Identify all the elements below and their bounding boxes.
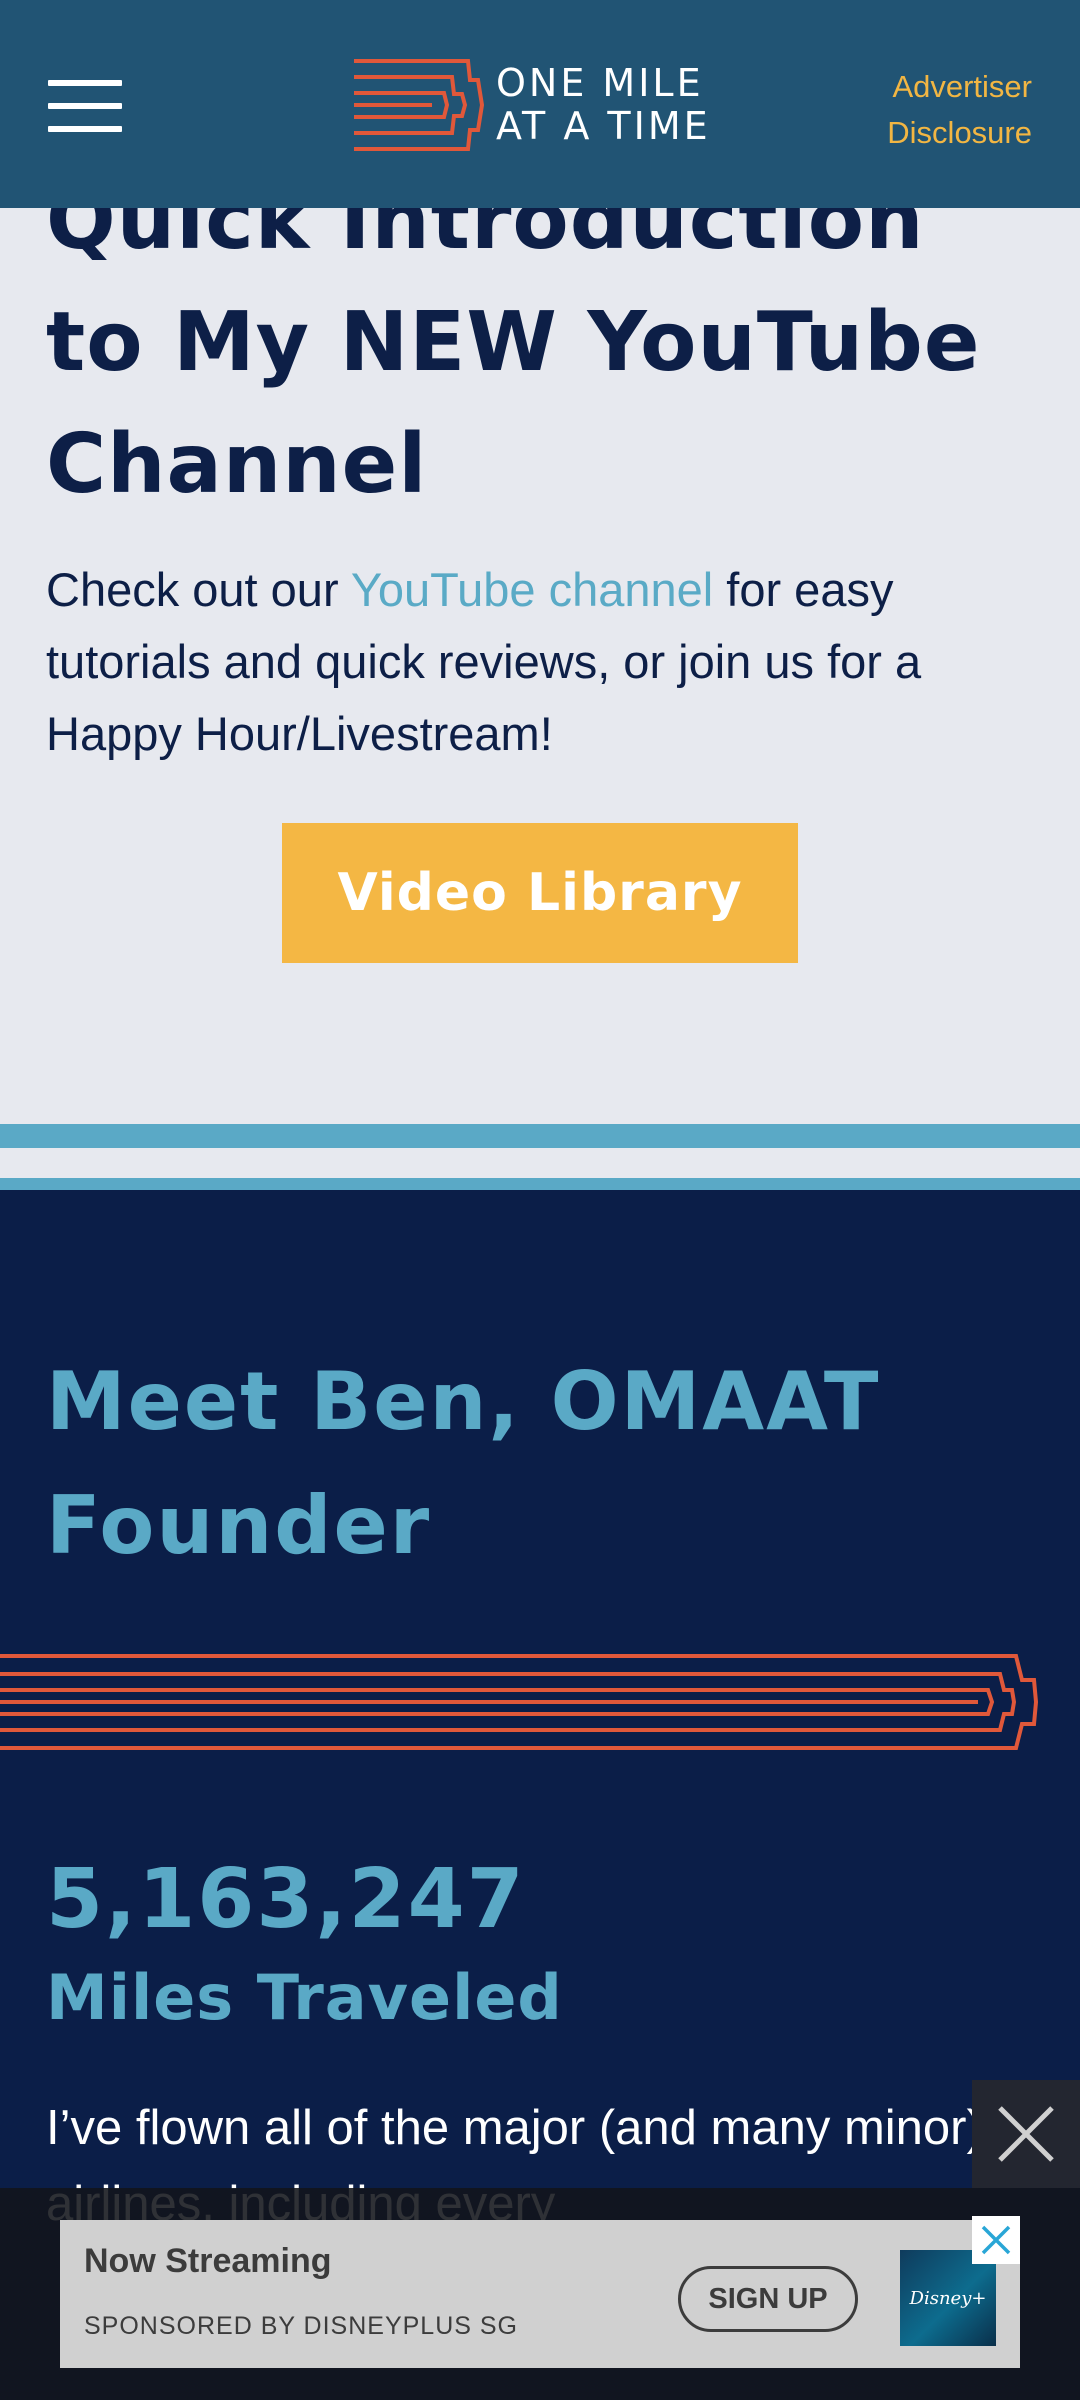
disney-plus-logo: Disney+ xyxy=(900,2250,996,2346)
close-icon xyxy=(998,2106,1054,2162)
youtube-channel-link[interactable]: YouTube channel xyxy=(351,563,713,616)
ad-banner: Now Streaming SPONSORED BY DISNEYPLUS SG… xyxy=(0,2188,1080,2400)
logo-line-1: ONE MILE xyxy=(496,61,704,105)
disclosure-line-2: Disclosure xyxy=(887,115,1032,150)
ad-close-button[interactable] xyxy=(972,2216,1020,2264)
site-header: ONE MILE AT A TIME Advertiser Disclosure xyxy=(0,0,1080,208)
divider-stripe-bottom xyxy=(0,1178,1080,1190)
logo-line-2: AT A TIME xyxy=(496,104,711,148)
miles-stat-number: 5,163,247 xyxy=(46,1852,526,1947)
intro-text-start: Check out our xyxy=(46,563,351,616)
ad-close-icon xyxy=(981,2225,1011,2255)
miles-stat-label: Miles Traveled xyxy=(46,1961,563,2034)
intro-text: Check out our YouTube channel for easy t… xyxy=(46,554,1036,770)
video-library-button[interactable]: Video Library xyxy=(282,823,798,963)
logo-mark-icon xyxy=(354,59,484,151)
advertiser-disclosure-link[interactable]: Advertiser Disclosure xyxy=(887,64,1032,156)
ad-card[interactable]: Now Streaming SPONSORED BY DISNEYPLUS SG… xyxy=(60,2216,1020,2368)
intro-title: Quick Introduction to My NEW YouTube Cha… xyxy=(46,173,981,512)
divider-stripe-top xyxy=(0,1124,1080,1148)
logo-text: ONE MILE AT A TIME xyxy=(496,62,711,148)
ad-signup-button[interactable]: SIGN UP xyxy=(678,2266,858,2332)
about-title: Meet Ben, OMAAT Founder xyxy=(46,1355,881,1572)
hamburger-menu-icon[interactable] xyxy=(48,80,122,132)
ad-sponsor: SPONSORED BY DISNEYPLUS SG xyxy=(84,2312,518,2340)
ad-collapse-button[interactable] xyxy=(972,2080,1080,2188)
disclosure-line-1: Advertiser xyxy=(892,69,1032,104)
ad-title: Now Streaming xyxy=(84,2242,332,2280)
site-logo[interactable]: ONE MILE AT A TIME xyxy=(352,58,732,152)
decorative-lines-icon xyxy=(0,1654,1039,1750)
